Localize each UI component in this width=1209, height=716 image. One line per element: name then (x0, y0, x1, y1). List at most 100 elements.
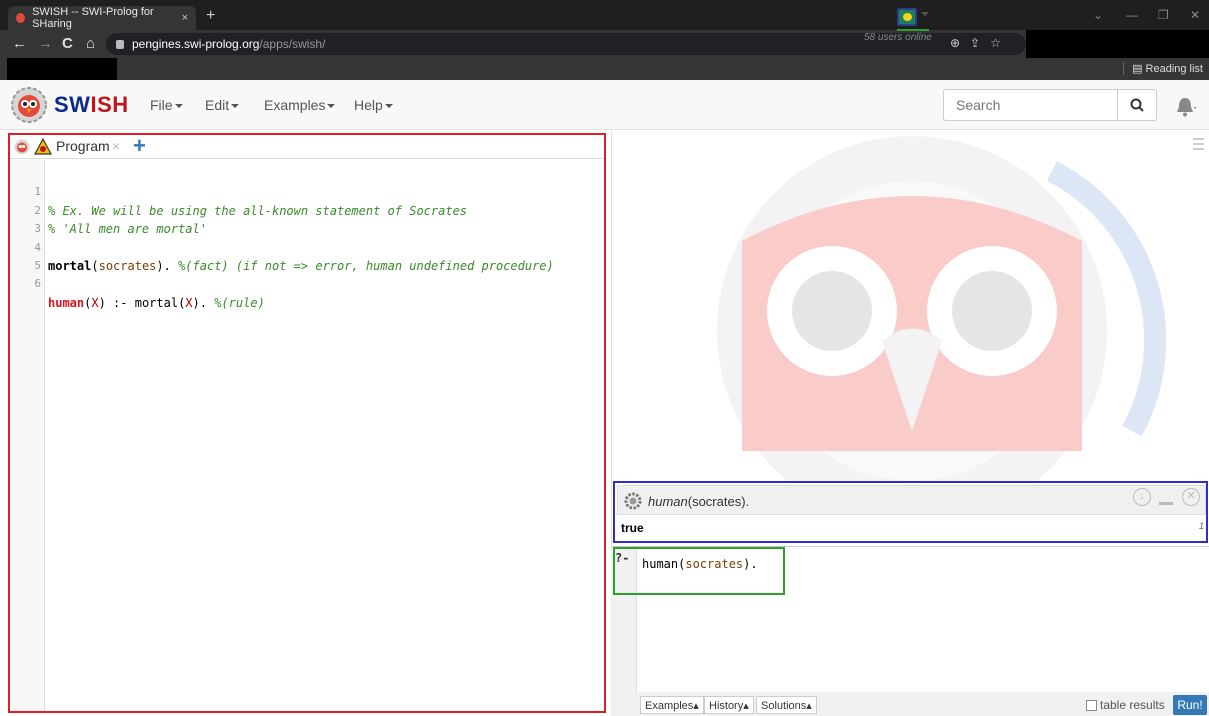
answer-query: human(socrates). (648, 494, 749, 509)
tab-close-icon[interactable]: × (182, 12, 188, 24)
menu-file[interactable]: File (150, 97, 183, 113)
query-atom: socrates (685, 557, 744, 571)
tab-program[interactable]: Program (56, 138, 110, 154)
pane-menu-icon[interactable] (1193, 138, 1204, 153)
history-button[interactable]: History▴ (704, 696, 754, 714)
code-text: human(X) :- mortal(X). %(rule) (48, 294, 265, 312)
predicate-head: human (48, 295, 85, 310)
tab-search-icon[interactable]: ⌄ (1093, 8, 1103, 22)
query-args: (socrates). (687, 494, 750, 509)
home-icon[interactable]: ⌂ (86, 35, 95, 52)
reload-icon[interactable]: C (62, 35, 73, 52)
comment: %(rule) (214, 295, 265, 310)
add-tab-button[interactable]: + (133, 133, 146, 159)
solutions-button[interactable]: Solutions▴ (756, 696, 817, 714)
code-line: 1 % Ex. We will be using the all-known s… (10, 165, 600, 217)
answer-count: 1 (1199, 521, 1205, 531)
search-input[interactable] (943, 89, 1118, 121)
checkbox-icon[interactable] (1086, 699, 1097, 711)
code-line: 3 (10, 202, 600, 235)
browser-tab-title: SWISH -- SWI-Prolog for SHaring (32, 6, 154, 30)
browser-tab-bar: SWISH -- SWI-Prolog for SHaring × + ⌄ — … (0, 0, 1209, 30)
redacted-area (1026, 30, 1209, 58)
answer-panel: human(socrates). true 1 (613, 481, 1208, 543)
answer-header: human(socrates). (617, 485, 1206, 515)
minimize-answer-icon[interactable] (1159, 502, 1173, 505)
query-highlight (613, 547, 785, 595)
url-path: /apps/swish/ (259, 37, 326, 51)
query-text[interactable]: human(socrates). (642, 557, 758, 571)
answer-result: true (621, 521, 644, 535)
screen: SWISH -- SWI-Prolog for SHaring × + ⌄ — … (0, 0, 1209, 716)
examples-button-label: Examples (645, 700, 694, 712)
caret-down-icon (327, 104, 336, 109)
menu-edit-label: Edit (205, 97, 230, 113)
examples-button[interactable]: Examples▴ (640, 696, 704, 714)
bell-icon[interactable] (1174, 96, 1196, 118)
table-results-label: table results (1100, 698, 1165, 712)
bookmarks-bar (0, 58, 1209, 80)
users-online-count: 58 users online (864, 32, 932, 43)
history-button-label: History (709, 700, 744, 712)
code-area[interactable]: 1 % Ex. We will be using the all-known s… (10, 165, 600, 309)
caret-down-icon (174, 104, 183, 109)
forward-icon[interactable]: → (38, 35, 53, 52)
swish-tab-icon (14, 139, 30, 155)
query-pred: human( (642, 557, 686, 571)
caret-down-icon[interactable] (921, 12, 929, 16)
table-results-toggle[interactable]: table results (1086, 698, 1165, 712)
reading-list-label: Reading list (1145, 63, 1203, 75)
user-avatar-icon[interactable] (897, 8, 917, 26)
menu-examples[interactable]: Examples (264, 97, 336, 113)
close-window-icon[interactable]: ✕ (1190, 8, 1200, 22)
solutions-button-label: Solutions (761, 700, 807, 712)
close-answer-icon[interactable]: ✕ (1182, 488, 1200, 506)
brand-ish: ISH (90, 92, 129, 117)
url-host: pengines.swi-prolog.org (132, 37, 260, 51)
caret-down-icon (384, 104, 393, 109)
query-predicate: human (648, 494, 688, 509)
owl-watermark-icon (717, 136, 1167, 481)
swish-brand[interactable]: SWISH (54, 92, 129, 118)
menu-examples-label: Examples (264, 97, 326, 113)
menu-edit[interactable]: Edit (205, 97, 240, 113)
restore-icon[interactable]: ❐ (1158, 8, 1169, 22)
body: ) :- mortal( (98, 295, 186, 310)
line-number: 6 (34, 277, 41, 291)
favicon-icon (16, 13, 26, 23)
lock-icon (116, 39, 124, 49)
menu-file-label: File (150, 97, 173, 113)
menu-help[interactable]: Help (354, 97, 393, 113)
warning-icon (34, 138, 52, 155)
run-button[interactable]: Run! (1173, 695, 1207, 715)
variable: X (91, 295, 99, 310)
reading-list-button[interactable]: ▤ Reading list (1123, 62, 1203, 75)
query-editor-area[interactable]: ?- human(socrates). Examples▴ History▴ S… (611, 546, 1209, 716)
back-icon[interactable]: ← (12, 35, 27, 52)
download-icon[interactable]: ↓ (1133, 488, 1151, 506)
minimize-icon[interactable]: — (1126, 8, 1138, 22)
search-icon (1130, 98, 1144, 112)
brand-sw: SW (54, 92, 91, 117)
tab-close-icon[interactable]: × (112, 138, 120, 154)
swish-logo-icon[interactable] (10, 86, 48, 124)
redacted-area (7, 58, 117, 80)
online-indicator (897, 29, 929, 31)
new-tab-button[interactable]: + (206, 7, 215, 25)
gear-icon (624, 492, 642, 510)
editor-tab-bar: Program × + (10, 133, 604, 159)
variable: X (185, 295, 193, 310)
code-line: 4 mortal(socrates). %(fact) (if not => e… (10, 220, 600, 273)
address-bar-icons[interactable]: ⊕⇪☆ (950, 36, 1011, 50)
browser-tab[interactable]: SWISH -- SWI-Prolog for SHaring × (8, 6, 196, 30)
search-button[interactable] (1117, 89, 1157, 121)
menu-help-label: Help (354, 97, 383, 113)
query-toolbar: Examples▴ History▴ Solutions▴ table resu… (611, 692, 1209, 716)
caret-down-icon (231, 104, 240, 109)
query-prompt: ?- (615, 551, 630, 565)
program-editor-pane: Program × + 1 % Ex. We will be using the… (8, 133, 606, 713)
code-line: 5 (10, 239, 600, 272)
code-line: 6 human(X) :- mortal(X). %(rule) (10, 257, 600, 309)
code-line: 2 % 'All men are mortal' (10, 183, 600, 236)
punct: ). (192, 295, 215, 310)
